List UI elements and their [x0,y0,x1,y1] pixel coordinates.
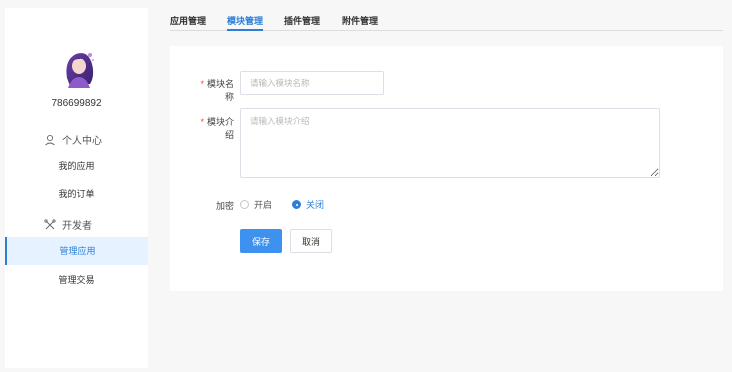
encrypt-option-off-label: 关闭 [306,200,325,210]
module-name-label-text: 模块名称 [206,79,234,102]
tab-plugin-management[interactable]: 插件管理 [284,14,320,31]
sidebar-item-label: 管理交易 [58,275,95,285]
sidebar-item-manage-apps[interactable]: 管理应用 [5,237,148,265]
tab-bar: 应用管理 模块管理 插件管理 附件管理 [170,8,723,31]
sidebar-item-manage-transactions[interactable]: 管理交易 [5,266,148,294]
required-mark: * [200,117,204,127]
module-name-label: * 模块名称 [192,77,234,103]
encrypt-label: 加密 [215,201,234,211]
avatar[interactable] [62,48,96,88]
sidebar-item-label: 管理应用 [59,246,96,256]
radio-circle [240,200,249,209]
encrypt-option-on-label: 开启 [254,200,273,210]
group-developer-label: 开发者 [62,221,92,232]
tab-module-management[interactable]: 模块管理 [227,14,264,31]
encrypt-radio-group: 开启 关闭 [240,198,344,211]
module-name-input[interactable] [240,71,384,95]
required-mark: * [200,79,204,89]
sidebar: 786699892 个人中心 我的应用 我的订单 开发者 管理应用 管理交易 [5,8,148,368]
save-button[interactable]: 保存 [240,229,282,253]
sidebar-item-my-orders[interactable]: 我的订单 [5,180,148,208]
sidebar-item-label: 我的应用 [58,161,95,171]
developer-icon [44,218,56,231]
user-icon [44,134,56,146]
encrypt-option-off[interactable]: 关闭 [292,198,324,211]
module-desc-label-text: 模块介绍 [206,117,234,140]
tab-attachment-management[interactable]: 附件管理 [342,14,378,31]
module-form-panel: *模块名称 *模块介绍 加密 开启 关闭 保存 取消 [170,46,723,291]
sidebar-item-my-apps[interactable]: 我的应用 [5,152,148,180]
radio-circle-checked [292,200,302,209]
group-personal-center-label: 个人中心 [62,136,102,147]
user-id: 786699892 [51,98,102,109]
group-developer: 开发者 [44,217,92,232]
encrypt-option-on[interactable]: 开启 [240,198,272,211]
cancel-button[interactable]: 取消 [290,229,332,253]
module-desc-label: * 模块介绍 [192,115,234,141]
sidebar-item-label: 我的订单 [58,189,95,199]
module-desc-textarea[interactable] [240,108,660,178]
group-personal-center: 个人中心 [44,132,102,147]
tab-app-management[interactable]: 应用管理 [170,14,206,31]
